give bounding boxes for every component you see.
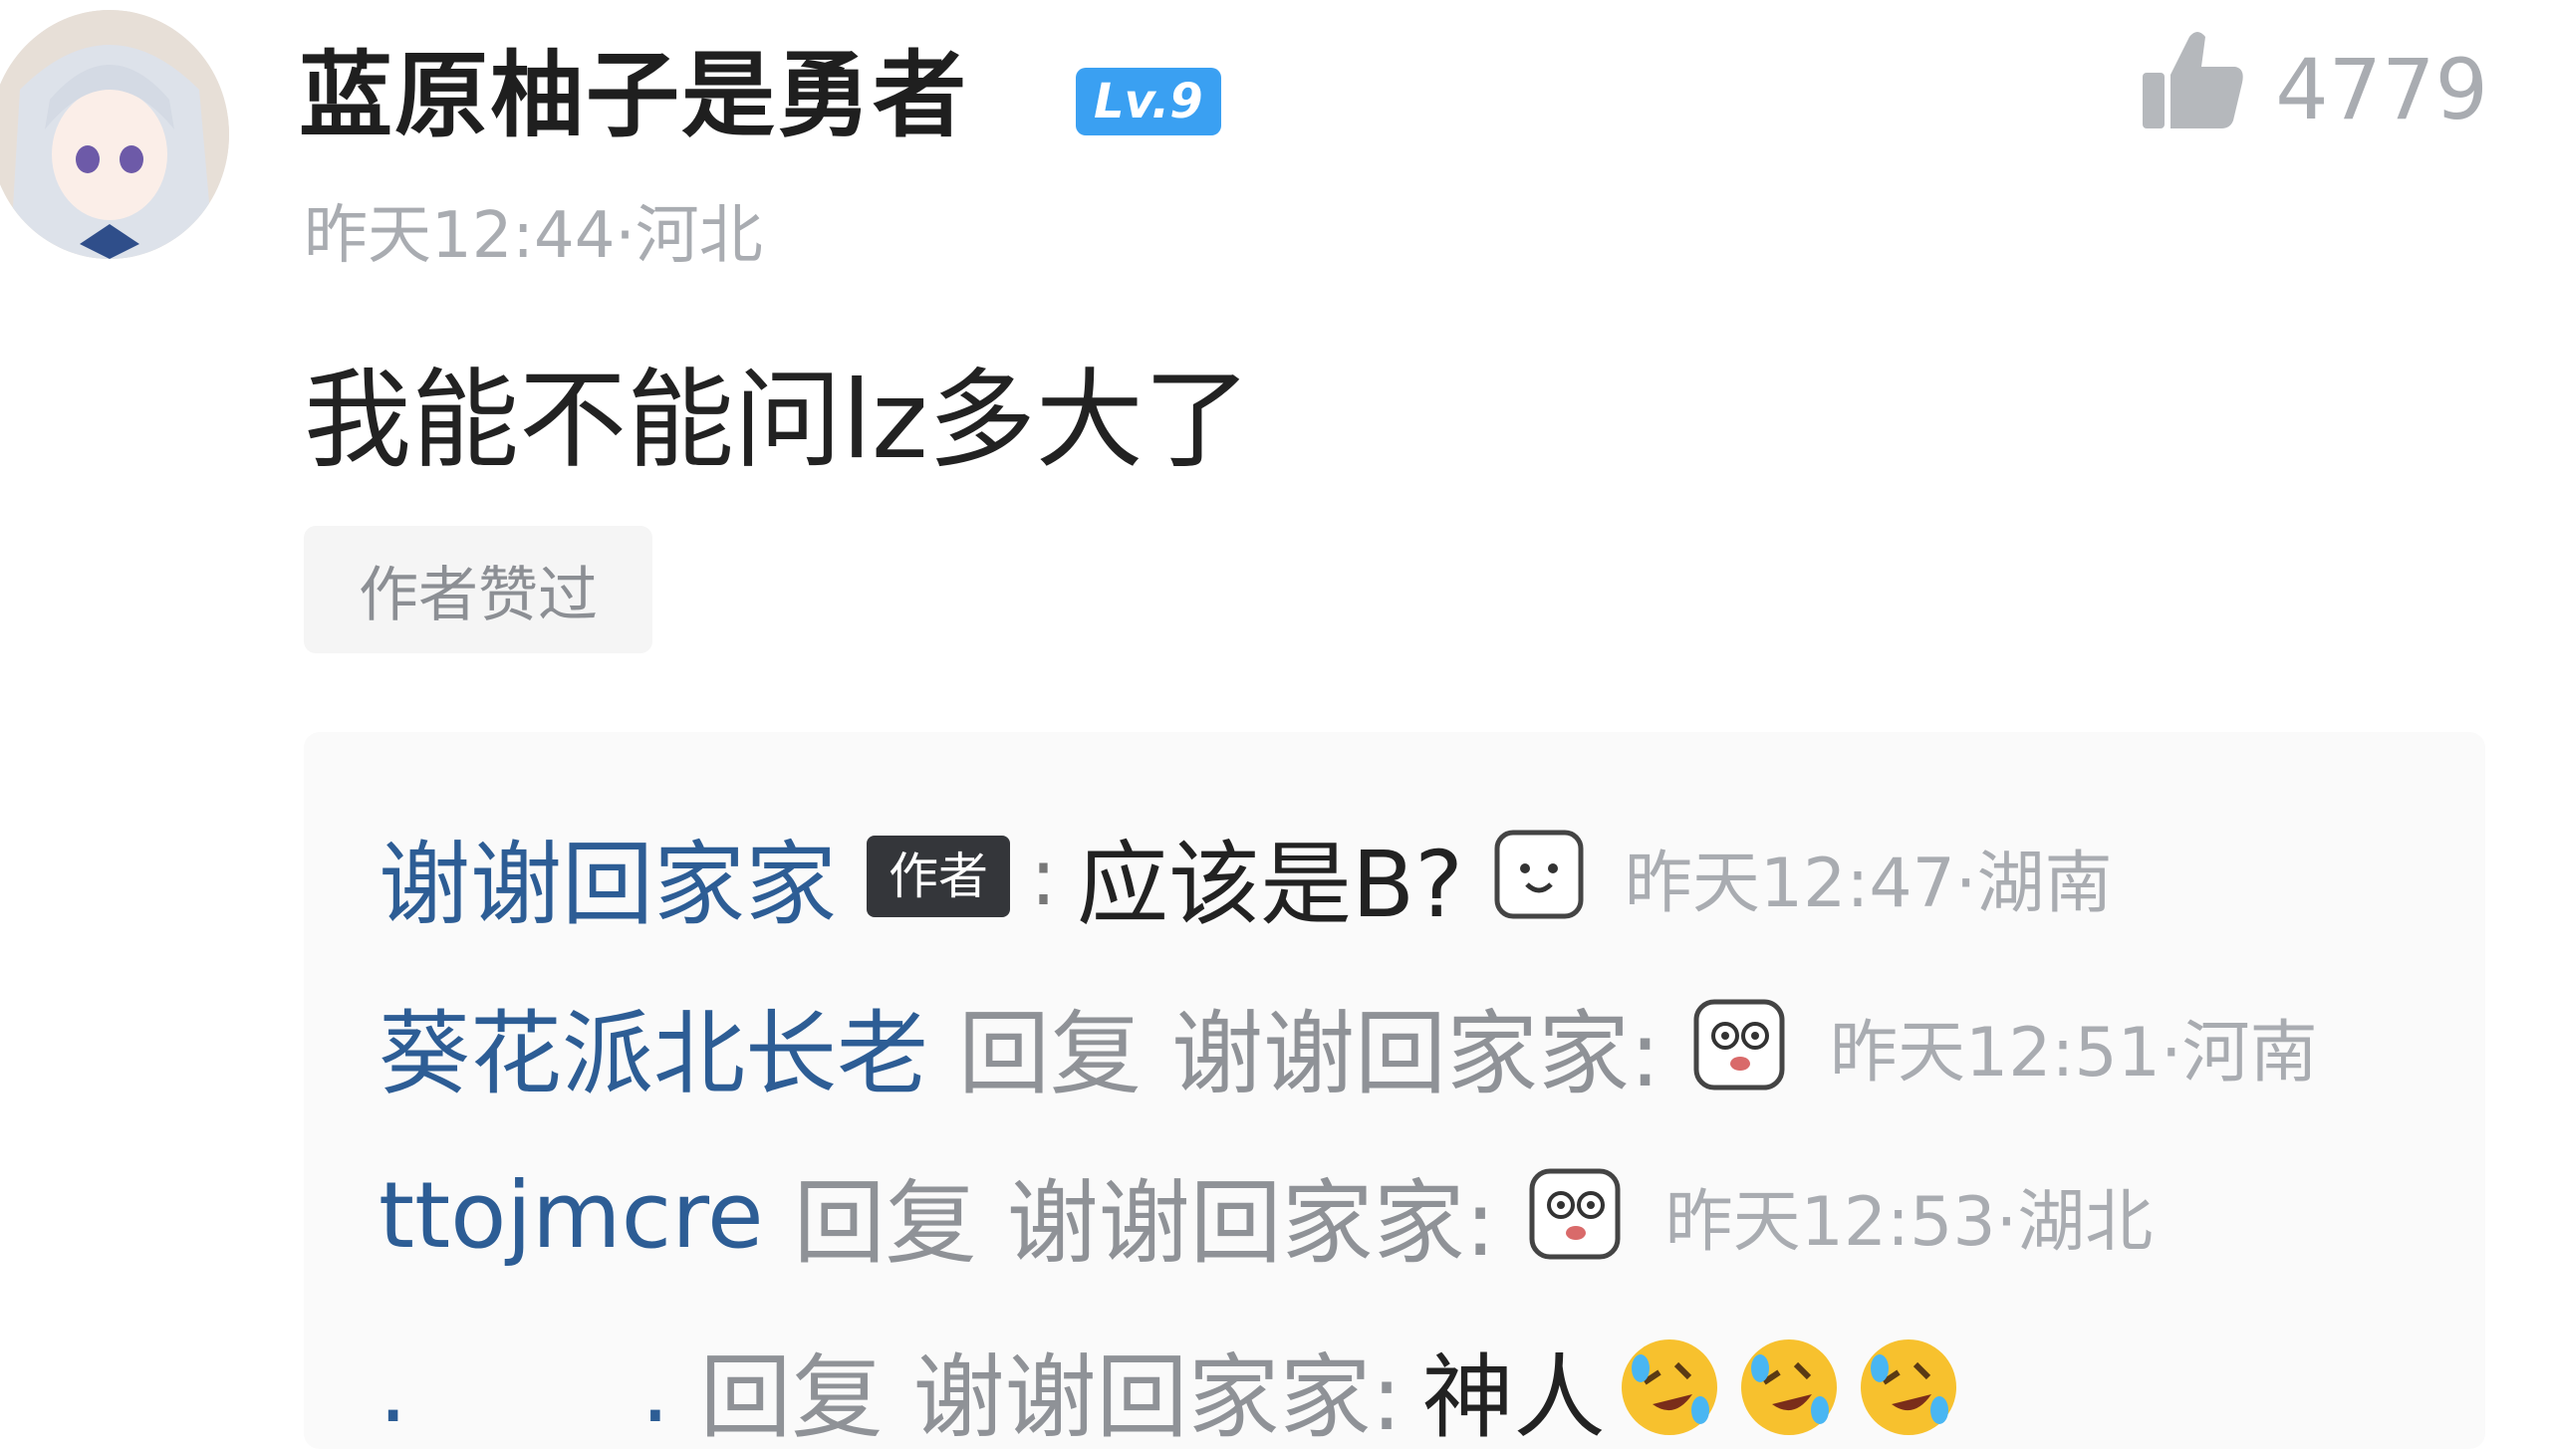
level-badge: Lv.9 bbox=[1076, 68, 1221, 135]
rolling-laughing-icon bbox=[1734, 1333, 1844, 1446]
reply-item[interactable]: ttojmcre 回复 谢谢回家家: 昨天12:53·湖北 bbox=[379, 1155, 2154, 1277]
author-liked-badge: 作者赞过 bbox=[304, 526, 652, 653]
reply-author-name[interactable]: ttojmcre bbox=[379, 1162, 764, 1269]
reply-text: 应该是B? bbox=[1076, 831, 1463, 938]
surprised-face-icon bbox=[1526, 1163, 1626, 1267]
rolling-laughing-icon bbox=[1854, 1333, 1963, 1446]
colon: : bbox=[1030, 830, 1057, 923]
reply-time: 昨天12:51·河南 bbox=[1830, 1013, 2318, 1092]
reply-word: 回复 bbox=[699, 1343, 884, 1451]
reply-word: 回复 bbox=[958, 1000, 1143, 1107]
smile-face-icon bbox=[1493, 829, 1585, 924]
thumbs-up-icon bbox=[2138, 25, 2247, 154]
reply-target[interactable]: 谢谢回家家: bbox=[912, 1324, 1402, 1456]
reply-author-name[interactable]: 谢谢回家家 bbox=[379, 811, 837, 943]
reply-item[interactable]: . . 回复 谢谢回家家: 神人 bbox=[379, 1330, 1963, 1451]
author-tag: 作者 bbox=[867, 836, 1011, 917]
reply-item[interactable]: 谢谢回家家 作者 : 应该是B? 昨天12:47·湖南 bbox=[379, 817, 2113, 938]
reply-text: 神人 bbox=[1421, 1343, 1606, 1451]
comment-meta: 昨天12:44·河北 bbox=[304, 199, 763, 273]
surprised-face-icon bbox=[1690, 994, 1790, 1097]
username[interactable]: 蓝原柚子是勇者 bbox=[299, 20, 968, 155]
reply-author-name[interactable]: . . bbox=[379, 1336, 669, 1443]
avatar[interactable] bbox=[0, 10, 229, 259]
reply-time: 昨天12:53·湖北 bbox=[1664, 1182, 2154, 1262]
reply-target[interactable]: 谢谢回家家: bbox=[1171, 980, 1660, 1112]
reply-time: 昨天12:47·湖南 bbox=[1624, 844, 2113, 923]
reply-target[interactable]: 谢谢回家家: bbox=[1007, 1149, 1496, 1282]
reply-item[interactable]: 葵花派北长老 回复 谢谢回家家: 昨天12:51·河南 bbox=[379, 986, 2318, 1107]
like-button[interactable]: 4779 bbox=[2138, 25, 2488, 154]
comment-text: 我能不能问lz多大了 bbox=[304, 359, 1251, 483]
like-count: 4779 bbox=[2275, 41, 2488, 138]
rolling-laughing-icon bbox=[1615, 1333, 1724, 1446]
reply-author-name[interactable]: 葵花派北长老 bbox=[379, 980, 928, 1112]
reply-word: 回复 bbox=[793, 1169, 977, 1277]
